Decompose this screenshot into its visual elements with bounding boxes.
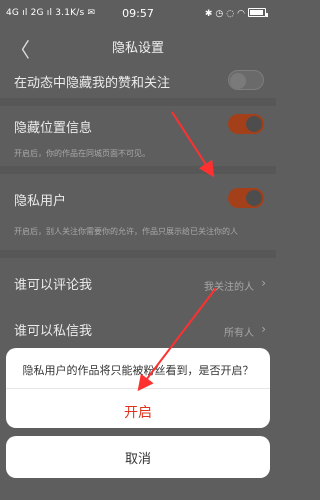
setting-hide-likes: 在动态中隐藏我的赞和关注 [0,62,276,98]
battery-fill [250,10,263,15]
chevron-right-icon: › [261,276,266,290]
divider [0,166,276,174]
toggle-knob [246,116,262,132]
setting-label: 隐藏位置信息 [14,121,93,136]
setting-label: 谁可以评论我 [14,278,93,293]
setting-who-comment[interactable]: 谁可以评论我 我关注的人 › [0,262,276,302]
setting-hide-location: 隐藏位置信息 [0,106,276,142]
cancel-card: 取消 [6,436,270,478]
hide-likes-toggle[interactable] [228,70,264,90]
wifi-icon: ◠ [237,9,245,19]
setting-label: 谁可以私信我 [14,324,93,339]
hide-location-toggle[interactable] [228,114,264,134]
battery-icon [248,8,268,20]
bluetooth-icon: ✱ [204,9,213,19]
toggle-knob [246,190,262,206]
enable-button[interactable]: 开启 [6,402,270,422]
status-bar: 4G ıl 2G ıl 3.1K/s ✉ 09:57 ✱ ◷ ◌ ◠ [0,0,276,28]
setting-description: 开启后，别人关注你需要你的允许，作品只展示给已关注你的人 [14,227,238,236]
dialog-divider [6,388,270,389]
private-user-toggle[interactable] [228,188,264,208]
status-icons: ✱ ◷ ◌ ◠ [205,8,268,20]
chevron-right-icon: › [261,322,266,336]
nav-header: 〈 隐私设置 [0,28,276,62]
setting-private-user: 隐私用户 [0,174,276,220]
bottom-strip [0,488,276,500]
setting-value: 所有人 [224,328,254,339]
setting-description: 开启后，你的作品在同城页面不可见。 [14,149,150,158]
divider [0,98,276,106]
page-title: 隐私设置 [111,41,164,56]
alarm-icon: ◷ [215,9,224,19]
setting-label: 隐私用户 [14,194,67,209]
confirm-dialog: 隐私用户的作品将只能被粉丝看到，是否开启？ 开启 [6,348,270,428]
setting-who-message[interactable]: 谁可以私信我 所有人 › [0,310,276,350]
toggle-knob [230,73,246,89]
mute-icon: ◌ [226,9,235,19]
setting-label: 在动态中隐藏我的赞和关注 [14,76,171,91]
dialog-message: 隐私用户的作品将只能被粉丝看到，是否开启？ [22,364,254,377]
divider [0,250,276,258]
setting-value: 我关注的人 [204,282,254,293]
cancel-button[interactable]: 取消 [6,448,270,467]
